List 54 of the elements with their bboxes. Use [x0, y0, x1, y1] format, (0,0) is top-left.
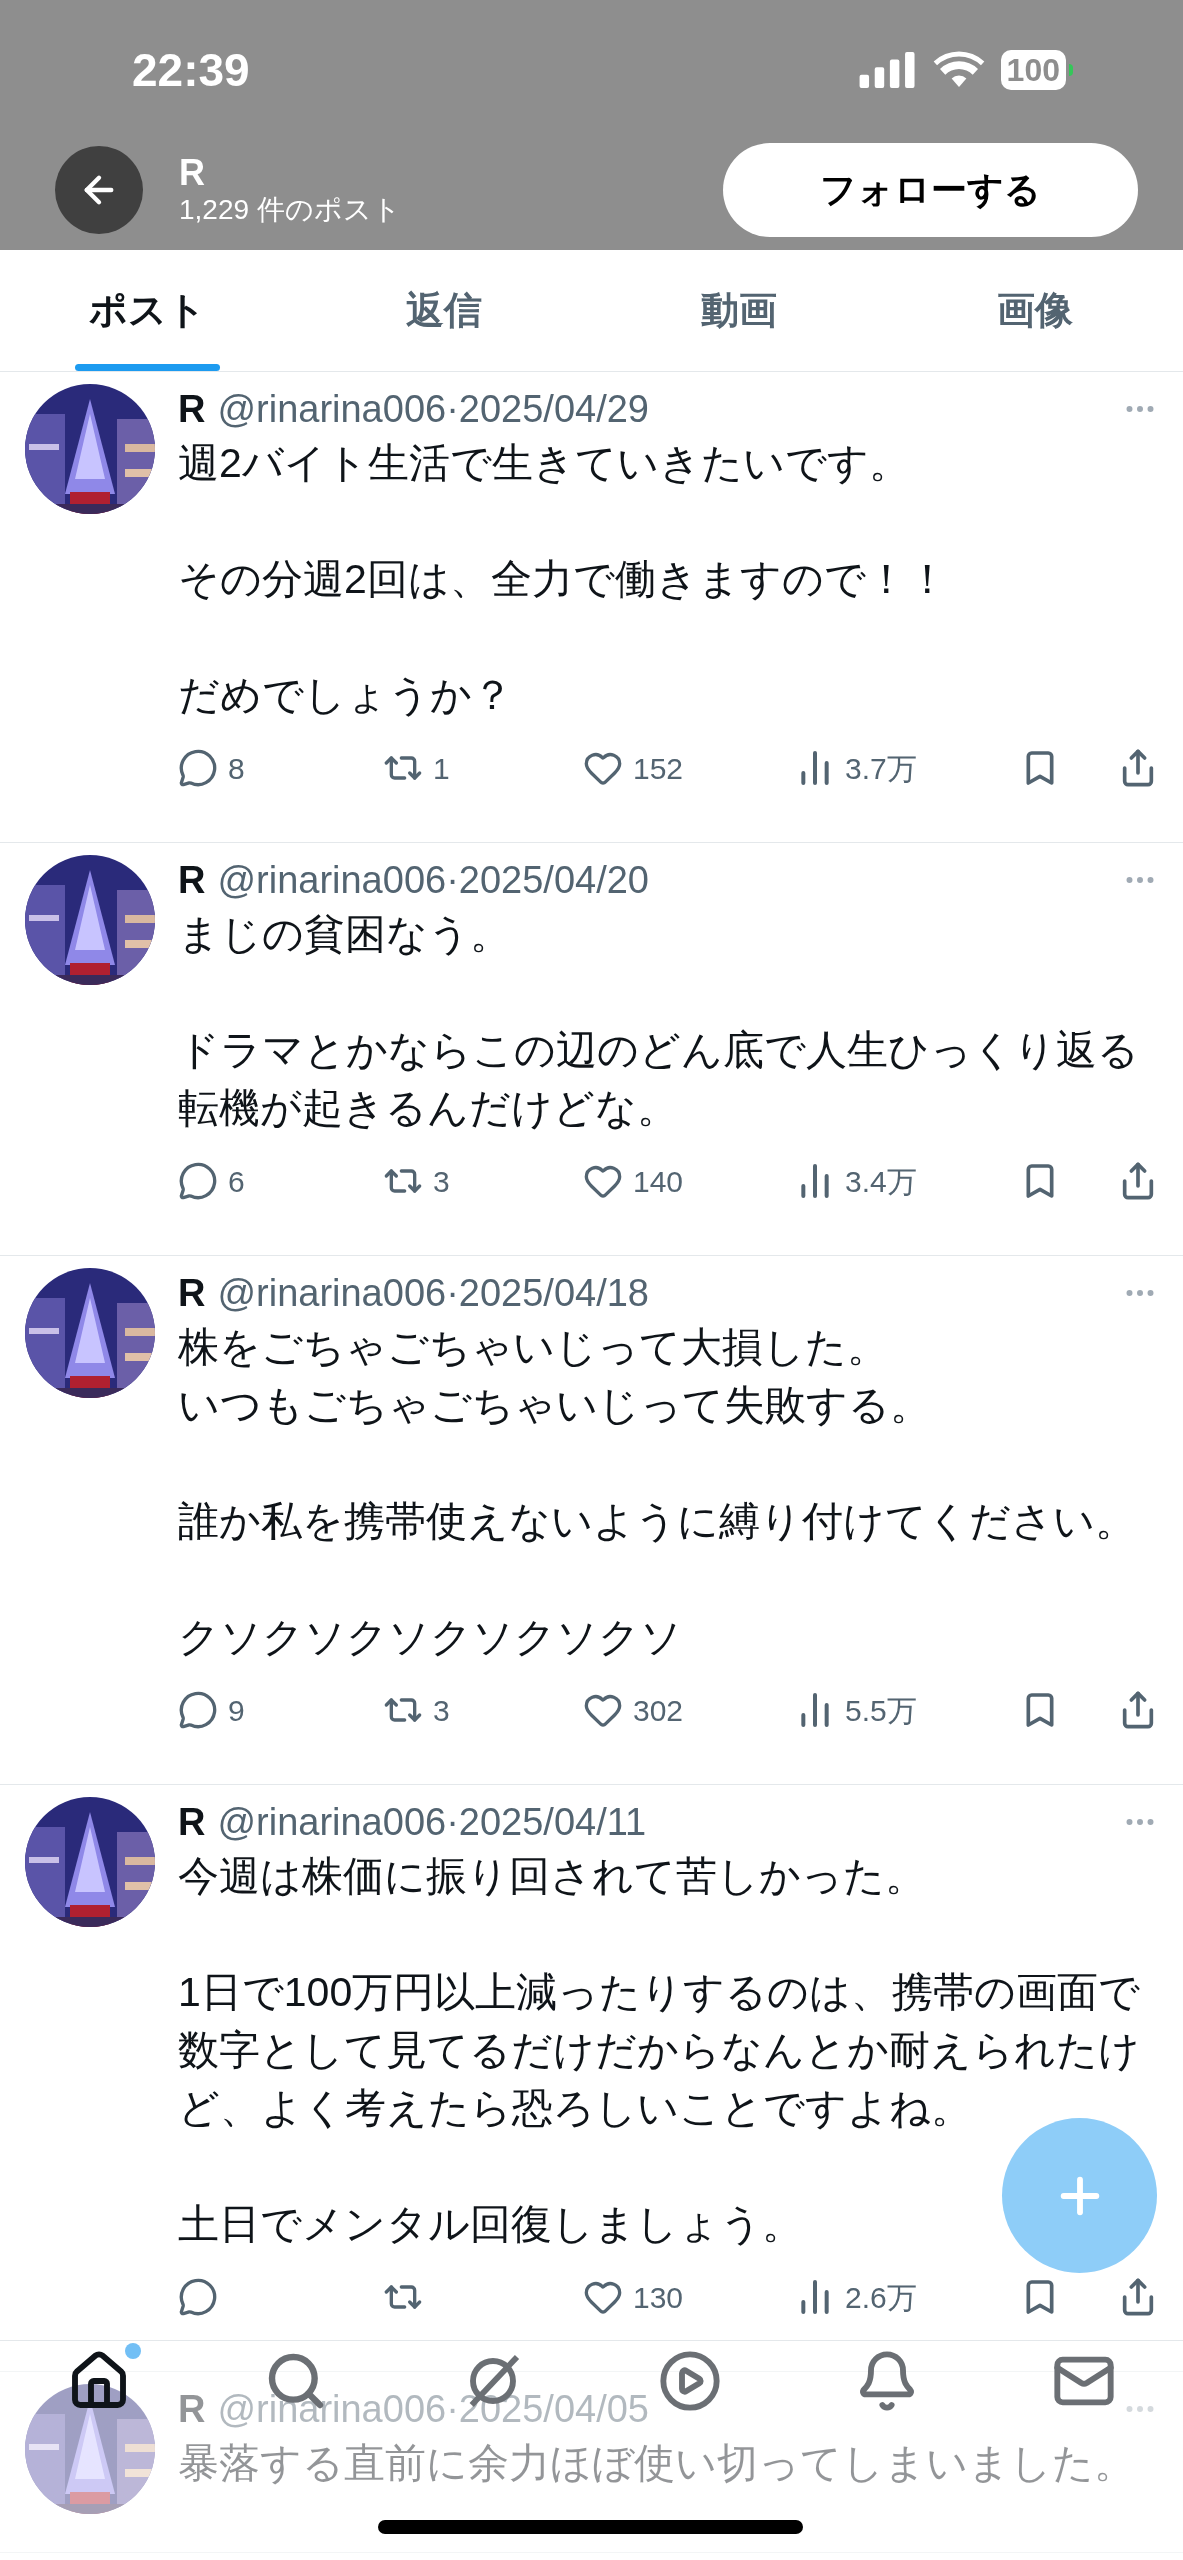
reply-icon[interactable]: [178, 748, 218, 788]
repost-count: 3: [433, 1692, 450, 1729]
post-text: ドラマとかならこの辺のどん底で人生ひっくり返る転機が起きるんだけどな。: [178, 1026, 1140, 1133]
post-text: 1日で100万円以上減ったりするのは、携帯の画面で数字として見てるだけだからなんとか耐えられたけど、よく考えたら恐ろしいことですよね。: [178, 1968, 1142, 2133]
profile-name: R: [179, 153, 206, 193]
like-count: 152: [633, 750, 684, 787]
reply-count: 8: [228, 750, 245, 787]
view-count: 3.7万: [845, 750, 917, 787]
reply-icon[interactable]: [178, 1161, 218, 1201]
battery-level: 100: [1000, 50, 1066, 90]
reply-icon[interactable]: [178, 2277, 218, 2317]
reply-count: 9: [228, 1692, 245, 1729]
post-meta: @rinarina006·2025/04/11: [217, 1800, 647, 1845]
post-text: いつもごちゃごちゃいじって失敗する。: [178, 1381, 931, 1430]
tab[interactable]: 返信: [295, 250, 592, 371]
repost-count: 1: [433, 750, 450, 787]
tab[interactable]: ポスト: [0, 250, 296, 371]
post-text: クソクソクソクソクソクソ: [178, 1613, 682, 1662]
post-text: その分週2回は、全力で働きますので！！: [178, 555, 948, 604]
play-icon[interactable]: [658, 2349, 723, 2413]
post-text: 暴落する直前に余力ほぼ使い切ってしまいました。: [178, 2439, 1135, 2488]
repost-count: 3: [433, 1163, 450, 1200]
tab[interactable]: 画像: [887, 250, 1183, 371]
post-meta: @rinarina006·2025/04/18: [217, 1271, 649, 1316]
like-count: 140: [633, 1163, 684, 1200]
view-count: 2.6万: [845, 2279, 917, 2316]
post-meta: @rinarina006·2025/04/05: [217, 2387, 649, 2432]
author-name: R: [178, 858, 206, 903]
post-text: 株をごちゃごちゃいじって大損した。: [178, 1323, 888, 1372]
author-name: R: [178, 1800, 206, 1845]
post-text: 今週は株価に振り回されて苦しかった。: [178, 1852, 926, 1901]
signal-icon: [858, 52, 917, 88]
author-name: R: [178, 2387, 206, 2432]
author-name: R: [178, 387, 206, 432]
post-text: 土日でメンタル回復しましょう。: [178, 2200, 803, 2249]
view-count: 3.4万: [845, 1163, 917, 1200]
post-count: 1,229 件のポスト: [179, 193, 401, 227]
view-count: 5.5万: [845, 1692, 917, 1729]
wifi-icon: [932, 51, 985, 89]
post-text: 週2バイト生活で生きていきたいです。: [178, 439, 910, 488]
like-count: 302: [633, 1692, 684, 1729]
post-meta: @rinarina006·2025/04/29: [217, 387, 649, 432]
author-name: R: [178, 1271, 206, 1316]
like-count: 130: [633, 2279, 684, 2316]
post-text: 誰か私を携帯使えないように縛り付けてください。: [178, 1497, 1136, 1546]
post-text: だめでしょうか？: [178, 671, 513, 720]
reply-count: 6: [228, 1163, 245, 1200]
reply-icon[interactable]: [178, 1690, 218, 1730]
battery-tip-icon: [1069, 64, 1073, 76]
status-time: 22:39: [132, 42, 250, 98]
post-text: まじの貧困なう。: [178, 910, 511, 959]
tab[interactable]: 動画: [591, 250, 888, 371]
post-meta: @rinarina006·2025/04/20: [217, 858, 649, 903]
follow-button[interactable]: フォローする: [723, 143, 1138, 237]
